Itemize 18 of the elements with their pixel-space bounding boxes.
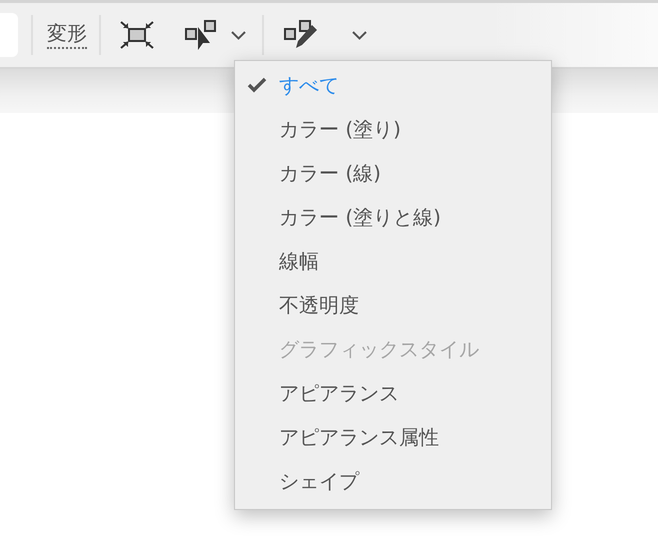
chevron-down-icon [231, 30, 246, 40]
menu-item[interactable]: カラー (塗り) [235, 107, 551, 151]
menu-item[interactable]: 不透明度 [235, 283, 551, 327]
menu-item[interactable]: アピアランス [235, 371, 551, 415]
select-same-button[interactable] [185, 19, 246, 51]
menu-item[interactable]: カラー (線) [235, 151, 551, 195]
menu-item[interactable]: シェイプ [235, 459, 551, 503]
select-edit-button[interactable] [284, 19, 367, 51]
shapes-with-pointer-icon [185, 19, 219, 51]
transform-label[interactable]: 変形 [47, 21, 87, 49]
menu-item[interactable]: 線幅 [235, 239, 551, 283]
shapes-with-pencil-icon [284, 19, 318, 51]
chevron-down-icon [352, 30, 367, 40]
shrink-to-fit-button[interactable] [119, 20, 155, 50]
checkmark-icon [247, 77, 267, 93]
menu-item[interactable]: カラー (塗りと線) [235, 195, 551, 239]
menu-item[interactable]: アピアランス属性 [235, 415, 551, 459]
shrink-icon [119, 20, 155, 50]
